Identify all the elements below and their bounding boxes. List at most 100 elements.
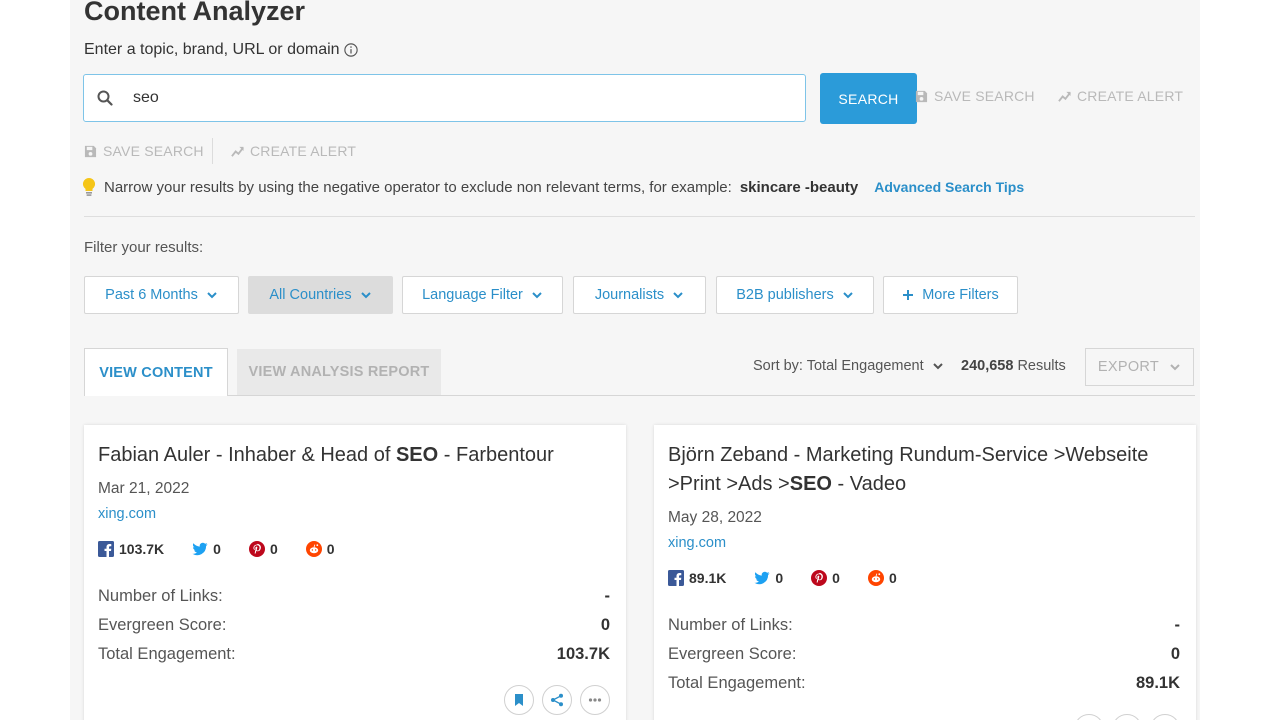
- floppy-disk-icon: [84, 145, 97, 157]
- create-alert-button[interactable]: CREATE ALERT: [231, 143, 356, 159]
- pinterest-icon: [248, 541, 265, 557]
- export-button[interactable]: EXPORT: [1085, 348, 1194, 386]
- card-title-highlight: SEO: [395, 444, 439, 466]
- search-button[interactable]: SEARCH: [820, 73, 917, 124]
- tab-view-content[interactable]: VIEW CONTENT: [84, 348, 228, 396]
- pinterest-icon: [811, 570, 828, 586]
- card-title[interactable]: Fabian Auler - Inhaber & Head of SEO - F…: [98, 441, 613, 470]
- search-tip: Narrow your results by using the negativ…: [82, 177, 1024, 197]
- filter-language[interactable]: Language Filter: [402, 276, 563, 314]
- facebook-icon: [668, 570, 684, 586]
- more-filters-button[interactable]: More Filters: [883, 276, 1018, 314]
- bookmark-button[interactable]: [504, 685, 534, 715]
- action-divider: [212, 138, 213, 164]
- facebook-stat: 103.7K: [98, 541, 164, 557]
- chevron-down-icon: [532, 292, 542, 299]
- floppy-disk-icon: [915, 90, 928, 102]
- sort-label: Sort by: Total Engagement: [753, 358, 924, 374]
- search-box[interactable]: [83, 74, 806, 122]
- links-label: Number of Links:: [668, 616, 793, 634]
- pinterest-count: 0: [832, 570, 840, 586]
- more-button[interactable]: [1150, 714, 1180, 720]
- links-label: Number of Links:: [98, 587, 223, 605]
- chevron-down-icon: [932, 363, 943, 370]
- card-title-text: Björn Zeband - Marketing Rundum-Service …: [668, 444, 1149, 495]
- card-actions: [1074, 714, 1180, 720]
- sort-dropdown[interactable]: Sort by: Total Engagement: [753, 358, 944, 374]
- card-domain[interactable]: xing.com: [98, 506, 156, 522]
- filter-label: Filter your results:: [84, 239, 204, 256]
- evergreen-value: 0: [1170, 645, 1180, 663]
- engagement-value: 89.1K: [1135, 674, 1180, 692]
- chevron-down-icon: [360, 292, 371, 299]
- card-actions: [504, 685, 610, 715]
- card-date: May 28, 2022: [668, 509, 762, 526]
- chevron-down-icon: [673, 292, 683, 299]
- filter-journalists-label: Journalists: [594, 287, 665, 303]
- chevron-down-icon: [207, 292, 217, 299]
- tab-view-analysis-report[interactable]: VIEW ANALYSIS REPORT: [237, 349, 441, 395]
- search-icon: [97, 90, 113, 106]
- twitter-icon: [754, 571, 770, 585]
- reddit-icon: [305, 541, 322, 557]
- filter-journalists[interactable]: Journalists: [573, 276, 706, 314]
- twitter-stat: 0: [192, 541, 221, 557]
- card-title-text-end: - Vadeo: [832, 473, 907, 495]
- results-label: Results: [1017, 358, 1066, 374]
- trending-up-icon: [231, 146, 244, 157]
- chevron-down-icon: [1170, 364, 1180, 371]
- more-icon: [588, 698, 602, 702]
- facebook-stat: 89.1K: [668, 570, 726, 586]
- pinterest-stat: 0: [248, 541, 278, 557]
- twitter-stat: 0: [754, 570, 783, 586]
- card-title[interactable]: Björn Zeband - Marketing Rundum-Service …: [668, 441, 1183, 499]
- evergreen-label: Evergreen Score:: [98, 616, 227, 634]
- advanced-search-tips-link[interactable]: Advanced Search Tips: [874, 179, 1024, 195]
- share-button[interactable]: [1112, 714, 1142, 720]
- bookmark-button[interactable]: [1074, 714, 1104, 720]
- evergreen-value: 0: [600, 616, 610, 634]
- results-count: 240,658 Results: [961, 358, 1066, 374]
- create-alert-button-top[interactable]: CREATE ALERT: [1058, 88, 1183, 104]
- reddit-count: 0: [326, 541, 335, 557]
- save-search-button-top[interactable]: SAVE SEARCH: [915, 88, 1035, 104]
- info-icon[interactable]: [343, 43, 358, 57]
- pinterest-stat: 0: [811, 570, 840, 586]
- search-input[interactable]: [133, 78, 773, 118]
- save-search-button[interactable]: SAVE SEARCH: [84, 143, 204, 159]
- subtitle-text: Enter a topic, brand, URL or domain: [84, 41, 340, 58]
- filter-language-label: Language Filter: [422, 287, 523, 303]
- engagement-value: 103.7K: [556, 645, 610, 663]
- more-button[interactable]: [580, 685, 610, 715]
- reddit-stat: 0: [305, 541, 335, 557]
- evergreen-label: Evergreen Score:: [668, 645, 797, 663]
- export-label: EXPORT: [1097, 359, 1160, 375]
- lightbulb-icon: [82, 177, 96, 196]
- page-title: Content Analyzer: [84, 0, 306, 26]
- save-search-label: SAVE SEARCH: [103, 143, 204, 159]
- tab-underline: [228, 395, 1195, 396]
- create-alert-label: CREATE ALERT: [1077, 88, 1184, 104]
- evergreen-row: Evergreen Score: 0: [668, 645, 1180, 664]
- filter-countries[interactable]: All Countries: [248, 276, 393, 314]
- filter-date-range[interactable]: Past 6 Months: [84, 276, 239, 314]
- engagement-row: Total Engagement: 89.1K: [668, 674, 1180, 693]
- create-alert-label: CREATE ALERT: [250, 143, 357, 159]
- social-stats: 103.7K 0 0 0: [98, 541, 335, 557]
- chevron-down-icon: [843, 292, 853, 299]
- evergreen-row: Evergreen Score: 0: [98, 616, 610, 635]
- card-domain[interactable]: xing.com: [668, 535, 726, 551]
- facebook-count: 103.7K: [119, 541, 165, 557]
- section-divider: [84, 216, 1195, 217]
- engagement-row: Total Engagement: 103.7K: [98, 645, 610, 664]
- share-icon: [551, 693, 563, 707]
- filter-date-label: Past 6 Months: [105, 287, 198, 303]
- share-button[interactable]: [542, 685, 572, 715]
- engagement-label: Total Engagement:: [98, 645, 236, 663]
- engagement-label: Total Engagement:: [668, 674, 806, 692]
- filter-b2b-publishers[interactable]: B2B publishers: [716, 276, 874, 314]
- reddit-stat: 0: [867, 570, 897, 586]
- links-value: -: [604, 587, 611, 605]
- facebook-icon: [98, 541, 114, 557]
- links-row: Number of Links: -: [668, 616, 1180, 635]
